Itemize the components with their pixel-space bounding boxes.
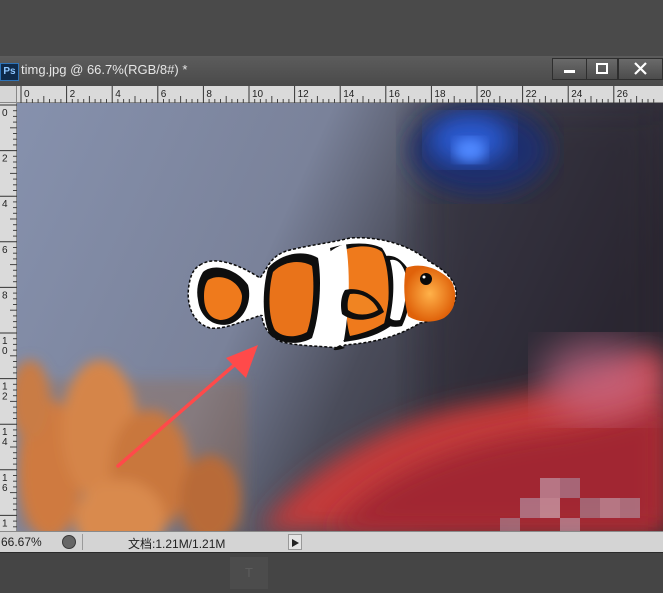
vertical-ruler[interactable]: 02468101214161 (0, 103, 17, 556)
zoom-level[interactable]: 66.67% (1, 535, 42, 549)
ruler-origin[interactable] (0, 86, 17, 103)
photoshop-icon: Ps (0, 63, 19, 81)
minimize-icon (564, 70, 575, 73)
maximize-icon (596, 63, 608, 74)
canvas-image (10, 103, 663, 560)
ruler-left-label: 1 (2, 518, 8, 529)
document-tab[interactable]: Ps timg.jpg @ 66.7%(RGB/8#) * (0, 56, 663, 87)
status-info-icon[interactable] (62, 535, 76, 549)
status-menu-button[interactable] (288, 534, 302, 550)
document-title: timg.jpg @ 66.7%(RGB/8#) * (21, 62, 188, 77)
ruler-left-label: 2 (2, 154, 8, 165)
ruler-left-label: 6 (2, 483, 8, 494)
ruler-top-label: 16 (389, 89, 401, 100)
close-icon (634, 62, 647, 75)
ruler-left-label: 2 (2, 392, 8, 403)
ruler-top-label: 18 (434, 89, 446, 100)
minimize-button[interactable] (552, 58, 587, 80)
bottom-panel: T (0, 552, 663, 593)
ruler-top-label: 12 (298, 89, 310, 100)
image-canvas[interactable] (10, 103, 663, 560)
document-window: Ps timg.jpg @ 66.7%(RGB/8#) * 0 2 4 6 8 10 12 1… (0, 56, 663, 560)
ruler-top-label: 10 (252, 89, 264, 100)
type-tool-icon[interactable]: T (230, 557, 268, 589)
ruler-top-label: 24 (571, 89, 583, 100)
ruler-top-label: 26 (617, 89, 629, 100)
ruler-top-label: 20 (480, 89, 492, 100)
ruler-left-label: 8 (2, 290, 8, 301)
ruler-left-label: 6 (2, 245, 8, 256)
ruler-top-label: 2 (70, 89, 76, 100)
ruler-top-label: 6 (161, 89, 167, 100)
horizontal-ruler[interactable]: 0 2 4 6 8 10 12 14 16 18 20 22 24 26 (17, 86, 663, 103)
ruler-left-label: 0 (2, 346, 8, 357)
status-bar: 66.67% 文档:1.21M/1.21M (0, 531, 663, 552)
ruler-top-label: 14 (343, 89, 355, 100)
maximize-button[interactable] (586, 58, 618, 80)
ruler-top-label: 8 (206, 89, 212, 100)
ruler-left-label: 0 (2, 108, 8, 119)
status-divider (82, 534, 83, 550)
options-bar (0, 0, 663, 57)
document-size: 文档:1.21M/1.21M (128, 537, 226, 551)
ruler-left-label: 4 (2, 437, 8, 448)
ruler-top-label: 4 (115, 89, 121, 100)
ruler-left-label: 4 (2, 199, 8, 210)
play-arrow-icon (292, 539, 299, 547)
close-button[interactable] (618, 58, 663, 80)
ruler-top-label: 0 (24, 89, 30, 100)
ruler-top-label: 22 (526, 89, 538, 100)
